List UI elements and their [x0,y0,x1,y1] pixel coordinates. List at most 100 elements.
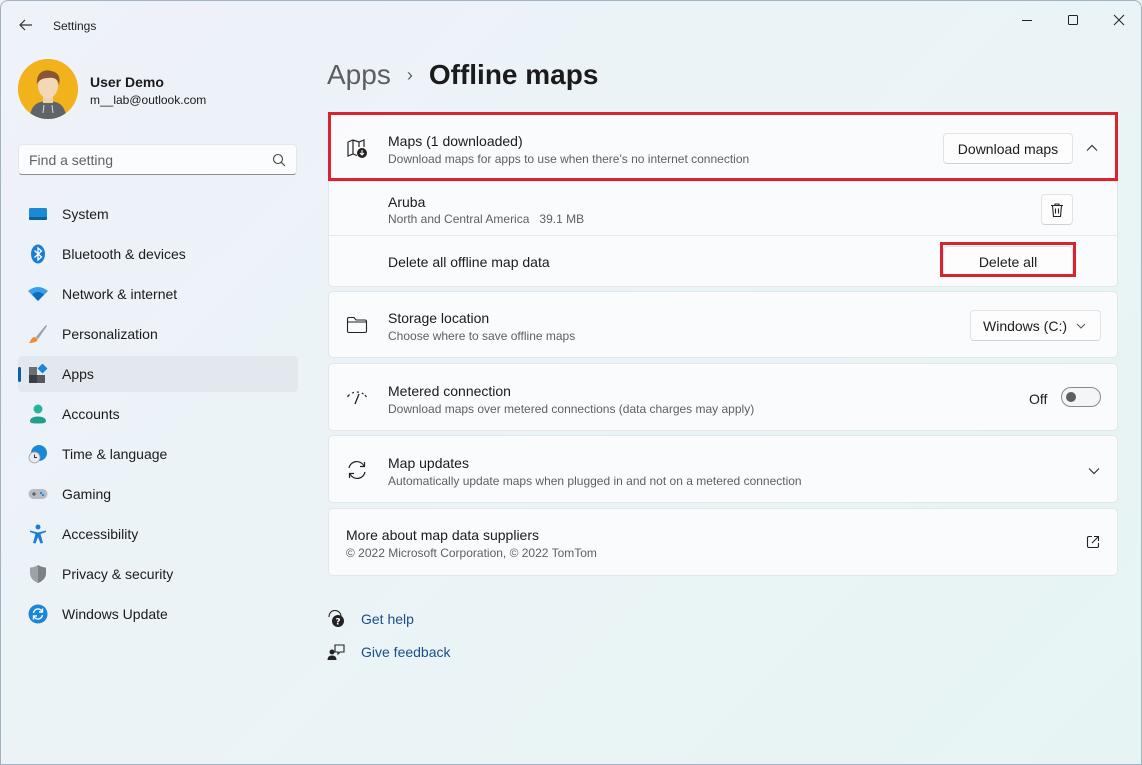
delete-all-button[interactable]: Delete all [943,246,1073,277]
metered-connection-subtitle: Download maps over metered connections (… [388,402,755,416]
maximize-icon [1068,15,1078,25]
sidebar-item-windows-update[interactable]: Windows Update [18,596,298,632]
maps-subtitle: Download maps for apps to use when there… [388,152,750,166]
get-help-link[interactable]: ? Get help [327,609,414,629]
sidebar-item-label: Apps [62,366,94,382]
minimize-button[interactable] [1004,7,1050,33]
map-updates-title: Map updates [388,455,469,471]
download-maps-button[interactable]: Download maps [943,133,1073,164]
map-region: North and Central America [388,212,530,226]
folder-icon [346,314,368,336]
trash-icon [1051,202,1063,217]
page-title: Offline maps [428,59,599,90]
sidebar-item-label: Personalization [62,326,158,342]
bluetooth-icon [28,244,48,264]
back-arrow-icon [19,19,32,31]
sidebar-item-label: System [62,206,109,222]
get-help-label: Get help [361,611,414,627]
sidebar-item-network[interactable]: Network & internet [18,276,298,312]
sidebar-item-label: Windows Update [62,606,168,622]
storage-location-title: Storage location [388,310,490,326]
sidebar-item-label: Bluetooth & devices [62,246,186,262]
close-button[interactable] [1096,7,1142,33]
sidebar-item-personalization[interactable]: Personalization [18,316,298,352]
breadcrumb-parent[interactable]: Apps [327,59,391,91]
metered-connection-title: Metered connection [388,383,511,399]
help-icon: ? [328,610,344,628]
search-icon[interactable] [272,153,286,167]
delete-all-row: Delete all offline map data Delete all [329,236,1117,287]
user-name: User Demo [90,74,164,90]
metered-connection-card: Metered connection Download maps over me… [328,363,1118,431]
metered-connection-toggle[interactable] [1061,387,1101,407]
time-language-icon [28,444,48,464]
system-icon [28,204,48,224]
sidebar-nav: System Bluetooth & devices Network & int… [18,196,298,636]
svg-text:?: ? [335,618,340,628]
wifi-icon [28,284,48,304]
search-box [18,144,297,175]
breadcrumb-separator-icon: › [406,64,413,85]
sidebar-item-privacy[interactable]: Privacy & security [18,556,298,592]
sidebar-item-time-language[interactable]: Time & language [18,436,298,472]
brush-icon [28,324,48,344]
metered-toggle-state: Off [1029,391,1048,407]
back-button[interactable] [15,14,37,36]
storage-location-dropdown[interactable]: Windows (C:) [970,310,1101,341]
accounts-icon [28,404,48,424]
map-size: 39.1 MB [539,212,585,226]
search-input[interactable] [19,145,259,174]
settings-window: Settings User Demo m__lab@outlook.com Fi… [0,0,1142,765]
user-email: m__lab@outlook.com [90,93,207,107]
metered-gauge-icon [346,387,368,409]
maps-card: Maps (1 downloaded) Download maps for ap… [328,114,1118,287]
delete-all-label: Delete all offline map data [388,254,550,270]
maps-title: Maps (1 downloaded) [388,133,523,149]
delete-map-button[interactable] [1041,194,1073,225]
sidebar-item-apps[interactable]: Apps [18,356,298,392]
sync-icon [346,459,368,481]
sidebar-item-accessibility[interactable]: Accessibility [18,516,298,552]
sidebar-item-label: Gaming [62,486,112,502]
sidebar-item-label: Privacy & security [62,566,174,582]
maps-expander-header[interactable]: Maps (1 downloaded) Download maps for ap… [329,115,1117,181]
minimize-icon [1022,20,1032,21]
sidebar-item-system[interactable]: System [18,196,298,232]
chevron-down-icon [1076,323,1086,329]
windows-update-icon [28,604,48,624]
map-updates-card[interactable]: Map updates Automatically update maps wh… [328,435,1118,503]
map-download-icon [346,137,368,159]
gamepad-icon [28,484,48,504]
sidebar-item-label: Time & language [62,446,168,462]
close-icon [1113,14,1125,26]
give-feedback-label: Give feedback [361,644,451,660]
avatar[interactable] [18,59,78,119]
chevron-down-icon [1088,468,1100,475]
storage-location-subtitle: Choose where to save offline maps [388,329,576,343]
accessibility-icon [28,524,48,544]
chevron-up-icon[interactable] [1085,141,1099,158]
storage-location-value: Windows (C:) [983,317,1068,334]
sidebar-item-accounts[interactable]: Accounts [18,396,298,432]
sidebar-item-gaming[interactable]: Gaming [18,476,298,512]
give-feedback-link[interactable]: Give feedback [327,642,451,662]
map-list-item: Aruba North and Central America 39.1 MB [329,182,1117,235]
app-title: Settings [53,19,97,33]
map-suppliers-card[interactable]: More about map data suppliers © 2022 Mic… [328,508,1118,576]
map-suppliers-title: More about map data suppliers [346,527,539,543]
map-details: North and Central America 39.1 MB [388,212,584,226]
user-avatar-icon [18,59,78,119]
breadcrumb: Apps › Offline maps [327,59,598,91]
maximize-button[interactable] [1050,7,1096,33]
map-updates-subtitle: Automatically update maps when plugged i… [388,474,802,488]
apps-icon [28,364,48,384]
sidebar-item-label: Network & internet [62,286,178,302]
storage-location-card: Storage location Choose where to save of… [328,291,1118,358]
feedback-icon [327,644,345,660]
external-link-icon [1086,535,1100,549]
sidebar-item-bluetooth[interactable]: Bluetooth & devices [18,236,298,272]
map-suppliers-subtitle: © 2022 Microsoft Corporation, © 2022 Tom… [346,546,597,560]
shield-icon [28,564,48,584]
title-bar: Settings [1,1,1141,49]
map-name: Aruba [388,194,426,210]
